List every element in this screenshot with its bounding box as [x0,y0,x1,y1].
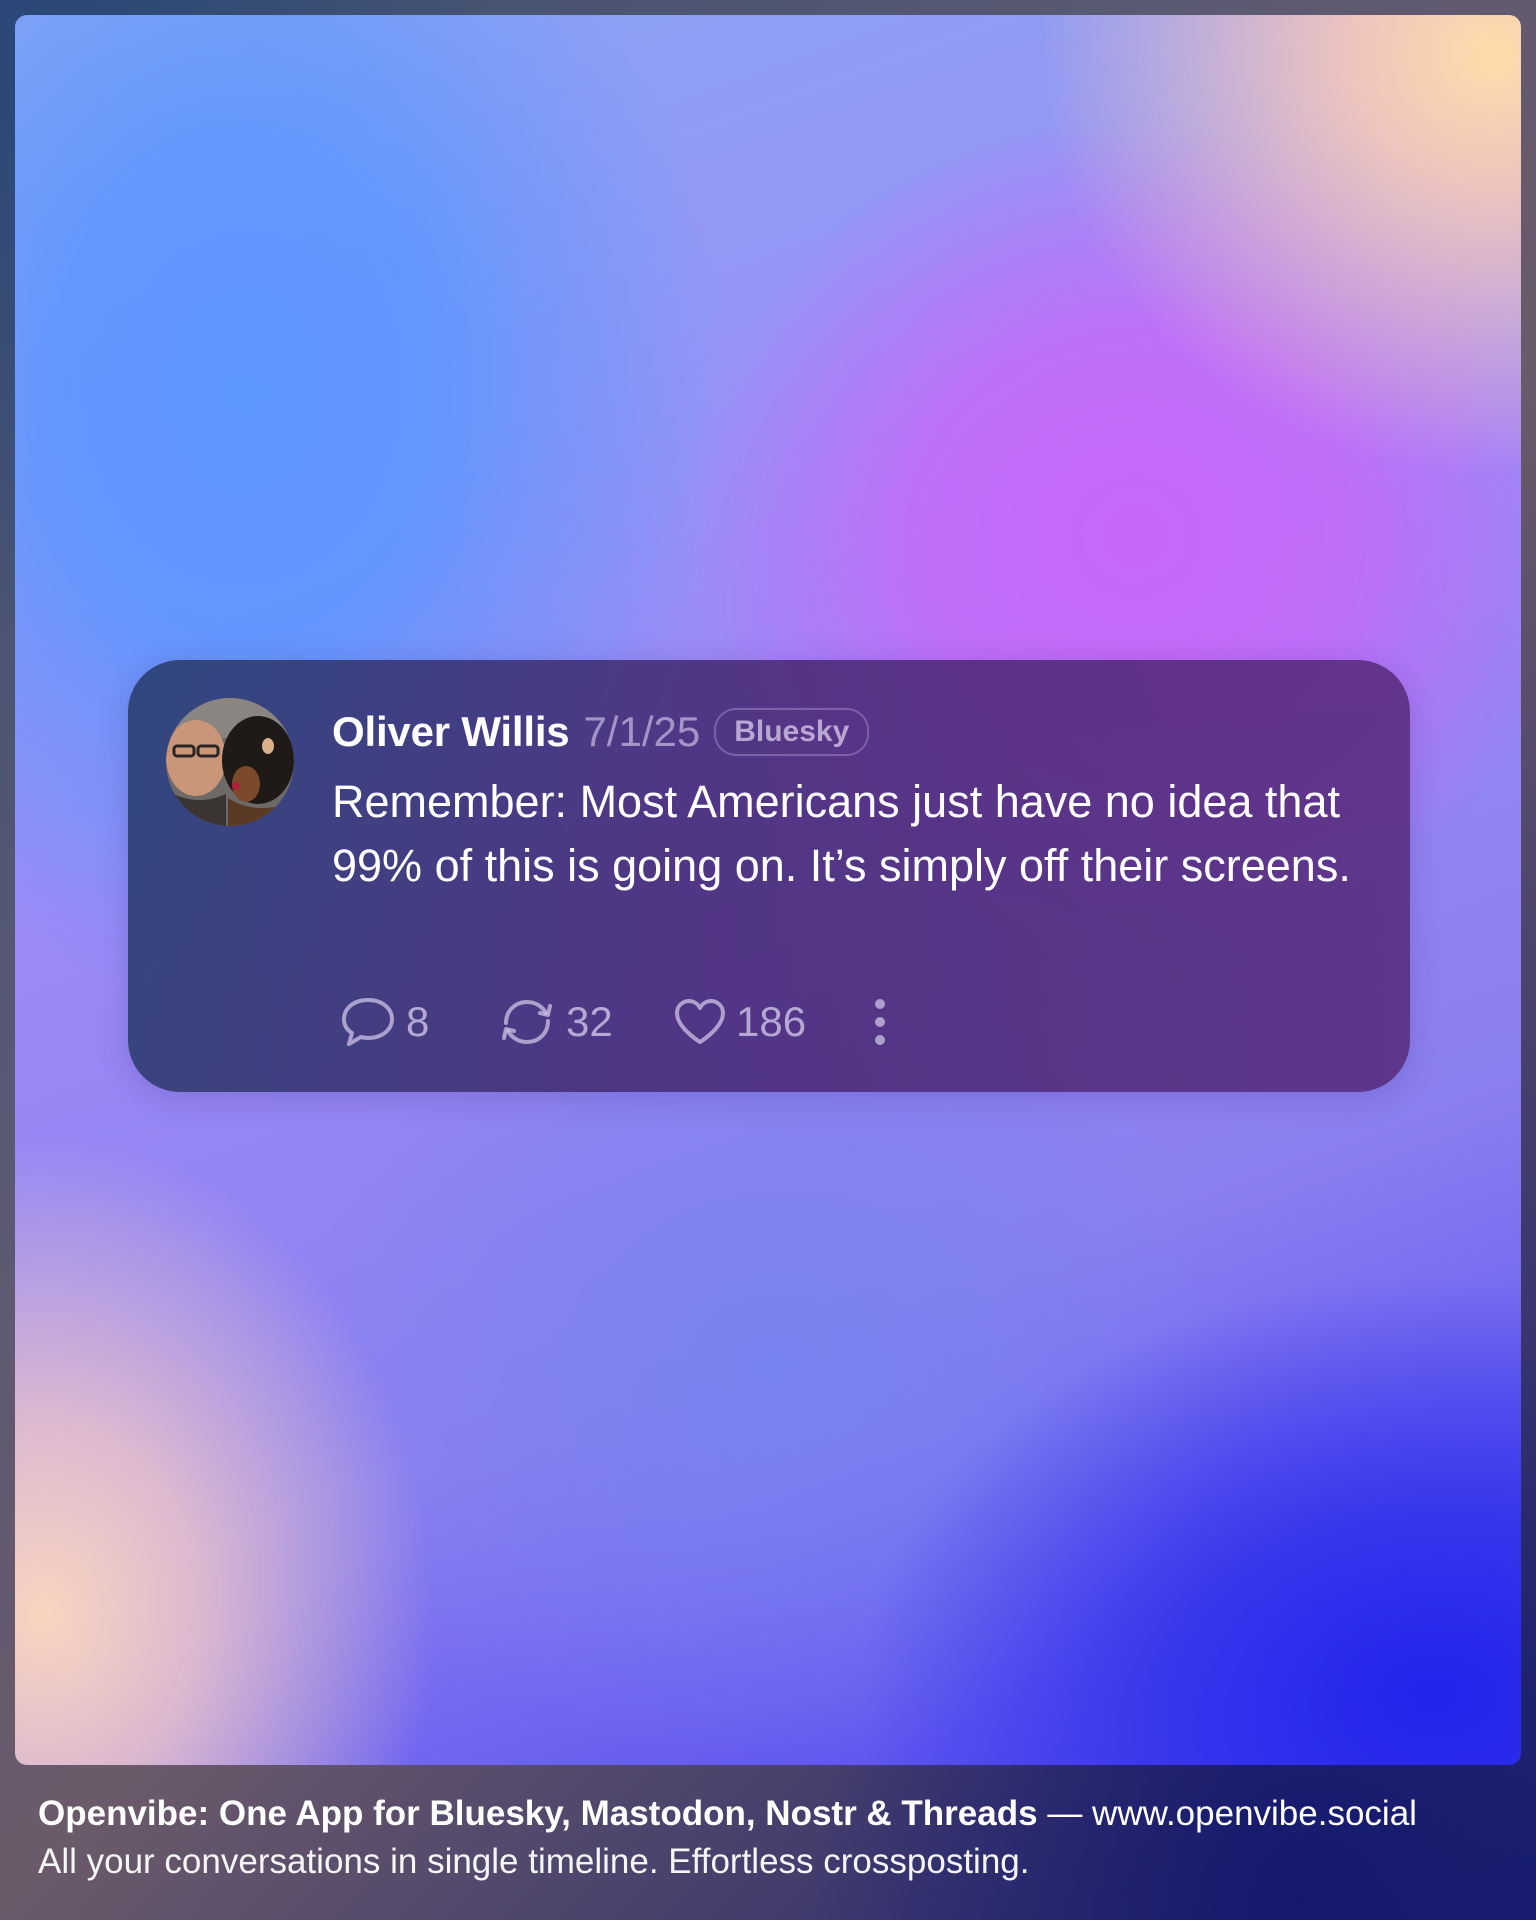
heart-icon [675,999,725,1044]
footer-separator: — [1047,1794,1083,1833]
footer-url[interactable]: www.openvibe.social [1092,1794,1417,1833]
post-card[interactable]: Oliver Willis 7/1/25 Bluesky Remember: M… [128,660,1410,1092]
speech-bubble-icon [342,998,394,1046]
footer-title: Openvibe: One App for Bluesky, Mastodon,… [38,1794,1038,1833]
footer: Openvibe: One App for Bluesky, Mastodon,… [38,1790,1498,1886]
like-button[interactable]: 186 [672,996,817,1048]
more-vertical-icon [875,999,885,1045]
repost-button[interactable]: 32 [496,993,624,1051]
post-header: Oliver Willis 7/1/25 Bluesky [332,702,870,762]
post-text: Remember: Most Americans just have no id… [332,776,1351,891]
repost-count: 32 [566,998,613,1045]
footer-promo: Openvibe: One App for Bluesky, Mastodon,… [38,1790,1498,1838]
reply-button[interactable]: 8 [338,994,448,1050]
more-options-button[interactable] [865,997,895,1047]
avatar-photo [166,698,294,826]
network-badge: Bluesky [714,708,870,756]
post-actions: 8 32 186 [338,990,895,1054]
repost-arrows-icon [502,999,552,1045]
like-count: 186 [736,998,807,1045]
post-date[interactable]: 7/1/25 [583,708,700,756]
author-name[interactable]: Oliver Willis [332,708,570,756]
avatar[interactable] [166,698,294,826]
footer-tagline: All your conversations in single timelin… [38,1842,1030,1881]
reply-count: 8 [406,998,430,1045]
